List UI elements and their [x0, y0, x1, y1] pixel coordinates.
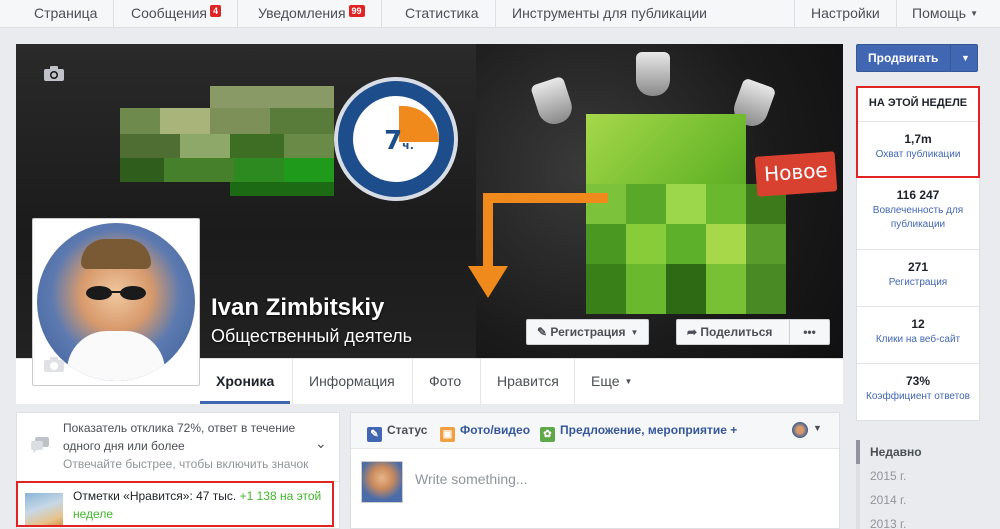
stat-registration[interactable]: 271 Регистрация [857, 250, 979, 307]
stat-label: Вовлеченность для публикации [872, 205, 964, 230]
composer-status-label: Статус [387, 423, 428, 437]
share-button-label: Поделиться [700, 325, 773, 339]
register-button-label: Регистрация [550, 325, 626, 339]
tab-info[interactable]: Информация [292, 359, 411, 404]
stat-response-rate[interactable]: 73% Коэффициент ответов [857, 364, 979, 420]
clock-unit: ч. [402, 139, 414, 152]
chevron-down-icon: ▼ [970, 9, 978, 18]
tab-timeline-label: Хроника [216, 373, 275, 389]
notifications-badge: 99 [348, 5, 365, 17]
tab-info-label: Информация [309, 373, 395, 389]
promote-button[interactable]: Продвигать ▼ [856, 44, 978, 72]
sunglasses-graphic [86, 286, 146, 300]
tab-timeline[interactable]: Хроника [200, 359, 291, 404]
year-recent[interactable]: Недавно [856, 440, 980, 464]
tab-more-label: Еще [591, 373, 620, 389]
top-navigation: Страница Сообщения 4 Уведомления 99 Статис… [0, 0, 1000, 28]
composer-status-tab[interactable]: ✎ Статус [367, 423, 427, 442]
stat-value: 73% [905, 374, 931, 388]
avatar [361, 461, 403, 503]
clock-graphic: 7ч. [334, 77, 458, 201]
tab-more[interactable]: Еще ▼ [574, 359, 648, 404]
page-category: Общественный деятель [211, 326, 413, 346]
tab-likes[interactable]: Нравится [480, 359, 575, 404]
new-sign: Новое [754, 151, 838, 197]
year-2015[interactable]: 2015 г. [856, 464, 980, 488]
nav-notifications-label: Уведомления [258, 5, 346, 21]
clock-value: 7 [384, 126, 403, 156]
stat-label: Регистрация [888, 277, 948, 288]
tab-photos-label: Фото [429, 373, 462, 389]
promote-button-label: Продвигать [868, 51, 939, 65]
page-name: Ivan Zimbitskiy [211, 294, 385, 321]
nav-notifications[interactable]: Уведомления 99 [242, 0, 382, 28]
nav-page-label: Страница [34, 5, 98, 21]
stat-value: 116 247 [896, 188, 940, 202]
stat-website-clicks[interactable]: 12 Клики на веб-сайт [857, 307, 979, 364]
nav-statistics[interactable]: Статистика [389, 0, 496, 28]
response-rate-hint: Отвечайте быстрее, чтобы включить значок [63, 457, 309, 471]
composer-photo-label: Фото/видео [460, 423, 531, 437]
share-arrow-icon: ➦ [687, 325, 701, 339]
arrow-graphic [468, 193, 608, 298]
year-2014[interactable]: 2014 г. [856, 488, 980, 512]
tab-likes-label: Нравится [497, 373, 559, 389]
chevron-down-icon[interactable]: ⌄ [315, 435, 327, 452]
year-2013[interactable]: 2013 г. [856, 512, 980, 529]
pencil-icon: ✎ [537, 325, 551, 339]
composer-offer-tab[interactable]: ✿ Предложение, мероприятие + [540, 423, 737, 442]
photo-icon: ▣ [440, 427, 455, 442]
chat-bubble-icon [31, 437, 49, 453]
nav-page[interactable]: Страница [18, 0, 115, 28]
stat-engagement[interactable]: 116 247 Вовлеченность для публикации [857, 178, 979, 250]
pixelated-area [120, 86, 334, 196]
stat-label: Клики на веб-сайт [875, 334, 961, 345]
stat-value: 271 [907, 260, 929, 274]
post-composer: ✎ Статус ▣ Фото/видео ✿ Предложение, меропр… [350, 412, 840, 529]
lamp-graphic [636, 52, 670, 96]
highlight-box [16, 481, 334, 527]
nav-messages-label: Сообщения [131, 5, 207, 21]
share-button[interactable]: ➦ Поделиться [676, 319, 790, 345]
nav-publishing-tools[interactable]: Инструменты для публикации [496, 0, 723, 28]
profile-picture[interactable] [32, 218, 200, 386]
camera-icon[interactable] [43, 357, 65, 373]
post-input[interactable]: Write something... [415, 471, 528, 487]
nav-settings-label: Настройки [811, 5, 880, 21]
messages-badge: 4 [209, 5, 221, 17]
nav-messages[interactable]: Сообщения 4 [115, 0, 238, 28]
composer-offer-label: Предложение, мероприятие + [560, 423, 738, 437]
offer-icon: ✿ [540, 427, 555, 442]
more-dots-icon: ••• [803, 325, 816, 339]
chevron-down-icon[interactable]: ▼ [813, 423, 822, 433]
register-button[interactable]: ✎ Регистрация ▼ [526, 319, 650, 345]
chevron-down-icon: ▼ [630, 328, 639, 337]
camera-icon[interactable] [43, 66, 65, 82]
nav-help-label: Помощь [912, 5, 967, 21]
chevron-down-icon: ▼ [961, 53, 970, 63]
composer-photo-tab[interactable]: ▣ Фото/видео [440, 423, 530, 442]
stat-value: 12 [911, 317, 925, 331]
avatar[interactable] [792, 422, 808, 438]
stat-label: Коэффициент ответов [866, 391, 970, 402]
response-rate-text: Показатель отклика 72%, ответ в течение … [63, 421, 296, 453]
nav-help[interactable]: Помощь ▼ [896, 0, 994, 28]
pencil-icon: ✎ [367, 427, 382, 442]
nav-statistics-label: Статистика [405, 5, 479, 21]
highlight-box [856, 86, 980, 178]
nav-publishing-tools-label: Инструменты для публикации [512, 5, 707, 21]
chevron-down-icon: ▼ [624, 377, 633, 386]
composer-tabs: ✎ Статус ▣ Фото/видео ✿ Предложение, меропр… [351, 413, 839, 449]
tab-photos[interactable]: Фото [412, 359, 477, 404]
more-options-button[interactable]: ••• [790, 319, 830, 345]
nav-settings[interactable]: Настройки [794, 0, 897, 28]
timeline-years: Недавно 2015 г. 2014 г. 2013 г. [856, 440, 980, 529]
